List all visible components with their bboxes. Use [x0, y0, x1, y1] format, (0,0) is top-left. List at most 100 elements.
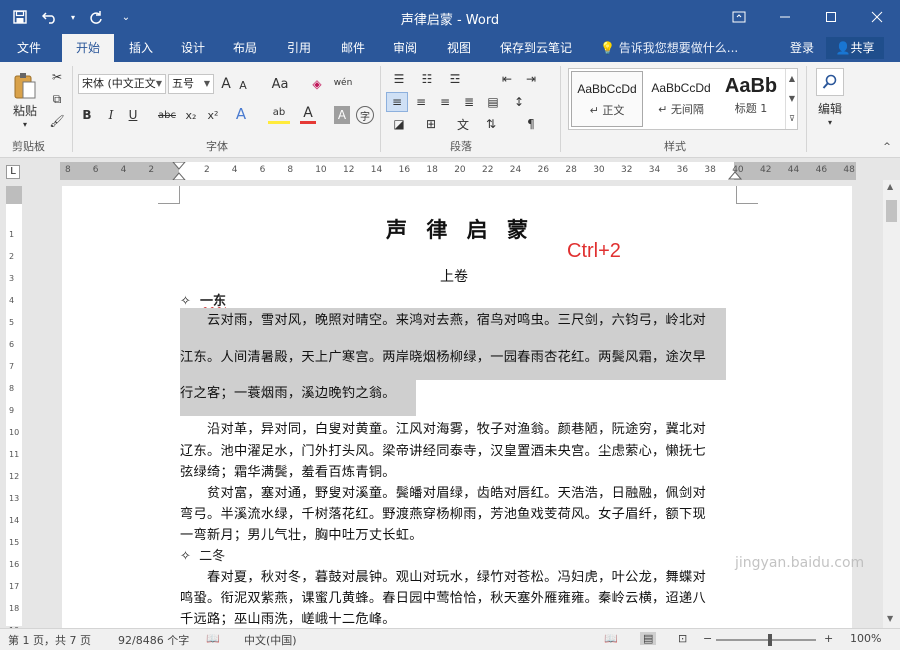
- clear-format-icon[interactable]: ◈: [308, 74, 326, 94]
- align-center-icon[interactable]: ≡: [410, 92, 432, 112]
- language-indicator[interactable]: 中文(中国): [244, 632, 297, 648]
- style-heading-1[interactable]: AaBb 标题 1: [719, 71, 783, 127]
- maximize-icon[interactable]: [808, 0, 854, 34]
- volume-heading[interactable]: 上卷: [440, 266, 468, 286]
- tab-design[interactable]: 设计: [170, 34, 216, 62]
- bullets-icon[interactable]: ☰: [388, 70, 410, 88]
- zoom-slider[interactable]: [716, 639, 816, 641]
- find-icon[interactable]: [816, 68, 844, 96]
- strikethrough-button[interactable]: abc: [156, 106, 178, 124]
- multilevel-list-icon[interactable]: ☲: [444, 70, 466, 88]
- read-mode-icon[interactable]: 📖: [604, 632, 618, 645]
- numbering-icon[interactable]: ☷: [416, 70, 438, 88]
- shrink-font-button[interactable]: A: [236, 76, 250, 94]
- phonetic-guide-button[interactable]: wén: [332, 72, 354, 94]
- zoom-slider-thumb[interactable]: [768, 634, 772, 646]
- section-heading[interactable]: ✧ 二冬: [180, 545, 225, 564]
- zoom-out-icon[interactable]: −: [703, 632, 712, 645]
- web-layout-icon[interactable]: ⊡: [678, 632, 687, 645]
- font-size-combo[interactable]: 五号 ▼: [168, 74, 214, 94]
- cut-icon[interactable]: ✂: [48, 68, 66, 86]
- paragraph-line[interactable]: 行之客；一蓑烟雨，溪边晚钓之翁。: [180, 382, 726, 401]
- italic-button[interactable]: I: [104, 106, 118, 124]
- paste-button[interactable]: 粘贴: [8, 102, 42, 118]
- tab-review[interactable]: 审阅: [382, 34, 428, 62]
- vertical-ruler[interactable]: 1234567891011121314151617181920: [6, 186, 22, 650]
- vertical-scrollbar[interactable]: ▲ ▼: [883, 180, 900, 628]
- tab-mailings[interactable]: 邮件: [330, 34, 376, 62]
- paragraph-line[interactable]: 弦绿绮；霜华满鬓，羞看百炼青铜。: [180, 461, 726, 480]
- paragraph-line[interactable]: 春对夏，秋对冬，暮鼓对晨钟。观山对玩水，绿竹对苍松。冯妇虎，叶公龙，舞蝶对: [180, 566, 726, 585]
- sign-in-link[interactable]: 登录: [790, 34, 814, 62]
- show-marks-icon[interactable]: ¶: [520, 114, 542, 134]
- text-effects-button[interactable]: A: [232, 104, 250, 124]
- scroll-up-icon[interactable]: ▲: [887, 182, 893, 191]
- minimize-icon[interactable]: [762, 0, 808, 34]
- tab-home[interactable]: 开始: [62, 34, 114, 62]
- chevron-down-icon[interactable]: ▾: [822, 116, 838, 128]
- indent-marker-icon[interactable]: [172, 162, 186, 180]
- editing-button[interactable]: 编辑: [812, 100, 848, 116]
- print-layout-icon[interactable]: ▤: [640, 632, 657, 645]
- styles-scroll[interactable]: ▲ ▼ ⊽: [785, 69, 798, 129]
- sort-icon[interactable]: ⇅: [480, 114, 502, 134]
- tell-me-box[interactable]: 💡 告诉我您想要做什么...: [600, 34, 738, 62]
- tab-save-to-cloud-notes[interactable]: 保存到云笔记: [492, 34, 580, 62]
- horizontal-ruler[interactable]: 8 6 4 2 2 4 6 8 10 12 14 16 18 20 22 24 26 28 30 32 34 36 38 40…: [60, 162, 856, 180]
- tab-references[interactable]: 引用: [276, 34, 322, 62]
- chinese-layout-icon[interactable]: 文: [452, 114, 474, 134]
- grow-font-button[interactable]: A: [218, 74, 234, 94]
- change-case-button[interactable]: Aa: [268, 74, 292, 94]
- character-shading-button[interactable]: A: [334, 106, 350, 124]
- paragraph-line[interactable]: 沿对革，异对同，白叟对黄童。江风对海雾，牧子对渔翁。颜巷陋，阮途穷，冀北对: [180, 418, 726, 437]
- tab-view[interactable]: 视图: [436, 34, 482, 62]
- increase-indent-icon[interactable]: ⇥: [520, 70, 542, 88]
- decrease-indent-icon[interactable]: ⇤: [496, 70, 518, 88]
- justify-icon[interactable]: ≣: [458, 92, 480, 112]
- proofing-icon[interactable]: 📖: [206, 632, 220, 645]
- zoom-level[interactable]: 100%: [850, 632, 881, 645]
- distributed-icon[interactable]: ▤: [482, 92, 504, 112]
- subscript-button[interactable]: x₂: [182, 106, 200, 124]
- line-spacing-icon[interactable]: ↕: [508, 92, 530, 112]
- shading-icon[interactable]: ◪: [388, 114, 410, 134]
- chevron-down-icon[interactable]: ▾: [10, 118, 40, 130]
- tab-file[interactable]: 文件: [4, 34, 54, 62]
- page-count[interactable]: 第 1 页，共 7 页: [8, 632, 91, 648]
- paragraph-line[interactable]: 江东。人间清暑殿，天上广寒宫。两岸晓烟杨柳绿，一园春雨杏花红。两鬓风霜，途次早: [180, 346, 726, 365]
- tab-selector[interactable]: L: [6, 165, 20, 179]
- document-title[interactable]: 声 律 启 蒙: [360, 214, 560, 244]
- align-left-icon[interactable]: ≡: [386, 92, 408, 112]
- style-no-spacing[interactable]: AaBbCcDd ↵ 无间隔: [645, 71, 717, 127]
- tab-insert[interactable]: 插入: [118, 34, 164, 62]
- borders-icon[interactable]: ⊞: [420, 114, 442, 134]
- tab-layout[interactable]: 布局: [222, 34, 268, 62]
- ribbon-display-icon[interactable]: [716, 0, 762, 34]
- paste-icon[interactable]: [10, 68, 40, 104]
- scroll-down-icon[interactable]: ▼: [887, 614, 893, 623]
- paragraph-line[interactable]: 云对雨，雪对风，晚照对晴空。来鸿对去燕，宿鸟对鸣虫。三尺剑，六钧弓，岭北对: [180, 309, 726, 328]
- underline-button[interactable]: U: [126, 106, 140, 124]
- paragraph-line[interactable]: 辽东。池中濯足水，门外打头风。梁帝讲经同泰寺，汉皇置酒未央宫。尘虑萦心，懒抚七: [180, 440, 726, 459]
- paragraph-line[interactable]: 千远路；巫山雨洗，嵯峨十二危峰。: [180, 608, 726, 627]
- superscript-button[interactable]: x²: [204, 106, 222, 124]
- format-painter-icon[interactable]: 🖌: [48, 112, 66, 130]
- paragraph-line[interactable]: 弯弓。半溪流水绿，千树落花红。野渡燕穿杨柳雨，芳池鱼戏芰荷风。女子眉纤，额下现: [180, 503, 726, 522]
- collapse-ribbon-icon[interactable]: ^: [880, 140, 894, 154]
- highlight-button[interactable]: ab: [268, 104, 290, 124]
- paragraph-line[interactable]: 一弯新月；男儿气壮，胸中吐万丈长虹。: [180, 524, 726, 543]
- scroll-thumb[interactable]: [886, 200, 897, 222]
- style-normal[interactable]: AaBbCcDd ↵ 正文: [571, 71, 643, 127]
- section-heading[interactable]: ✧ 一东: [180, 290, 226, 309]
- font-name-combo[interactable]: 宋体 (中文正文 ▼: [78, 74, 166, 94]
- bold-button[interactable]: B: [80, 106, 94, 124]
- paragraph-line[interactable]: 贫对富，塞对通，野叟对溪童。鬓皤对眉绿，齿皓对唇红。天浩浩，日融融，佩剑对: [180, 482, 726, 501]
- font-color-button[interactable]: A: [300, 104, 316, 124]
- paragraph-line[interactable]: 鸣蛩。衔泥双紫燕，课蜜几黄蜂。春日园中莺恰恰，秋天塞外雁雍雍。秦岭云横，迢递八: [180, 587, 726, 606]
- close-icon[interactable]: [854, 0, 900, 34]
- zoom-in-icon[interactable]: +: [824, 632, 833, 645]
- copy-icon[interactable]: ⧉: [48, 90, 66, 108]
- align-right-icon[interactable]: ≡: [434, 92, 456, 112]
- enclose-characters-button[interactable]: 字: [356, 106, 374, 124]
- share-button[interactable]: 👤共享: [826, 37, 884, 59]
